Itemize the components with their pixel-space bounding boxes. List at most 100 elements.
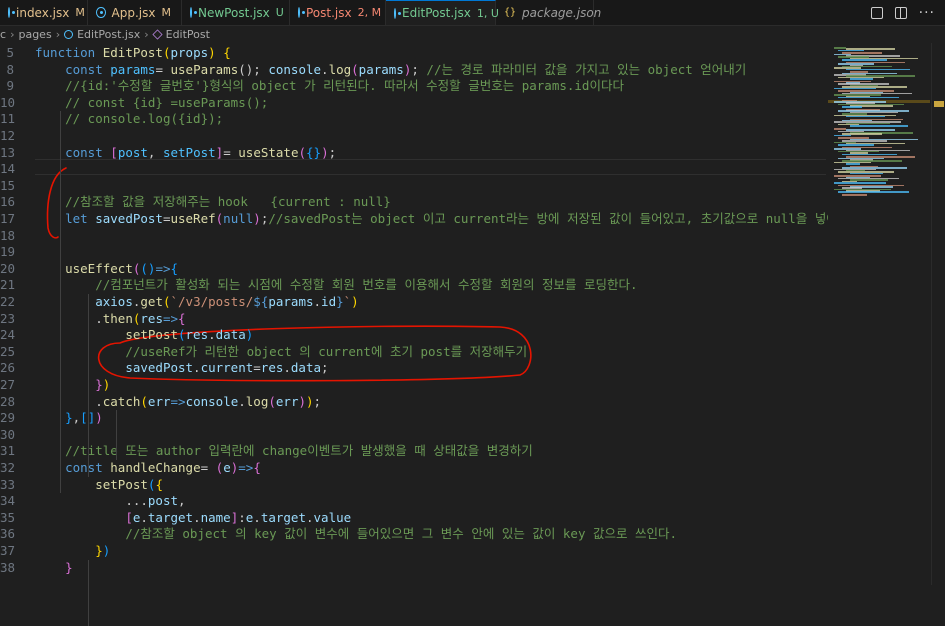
code-token: ) xyxy=(253,211,261,226)
chevron-right-icon: › xyxy=(10,28,15,41)
code-line[interactable]: 8 const params= useParams(); console.log… xyxy=(0,62,826,79)
tab-package-json[interactable]: {} package.json xyxy=(496,0,601,25)
breadcrumb-symbol[interactable]: EditPost xyxy=(166,28,210,41)
code-line[interactable]: 34 ...post, xyxy=(0,493,826,510)
code-line[interactable]: 29 },[]) xyxy=(0,410,826,427)
more-actions-icon[interactable]: ··· xyxy=(919,6,935,20)
code-line[interactable]: 25 //useRef가 리턴한 object 의 current에 초기 po… xyxy=(0,344,826,361)
code-line[interactable]: 10 // const {id} =useParams(); xyxy=(0,95,826,112)
code-text: [e.target.name]:e.target.value xyxy=(35,510,351,527)
code-line[interactable]: 27 }) xyxy=(0,377,826,394)
code-line[interactable]: 16 //참조할 값을 저장해주는 hook {current : null} xyxy=(0,194,826,211)
code-line[interactable]: 35 [e.target.name]:e.target.value xyxy=(0,510,826,527)
tab-app-jsx[interactable]: App.jsx M xyxy=(88,0,182,25)
code-line[interactable]: 9 //{id:'수정할 글번호'}형식의 object 가 리턴된다. 따라서… xyxy=(0,78,826,95)
code-line[interactable]: 24 setPost(res.data) xyxy=(0,327,826,344)
breadcrumb-folder[interactable]: pages xyxy=(18,28,51,41)
code-line[interactable]: 11 // console.log({id}); xyxy=(0,111,826,128)
code-line[interactable]: 22 axios.get(`/v3/posts/${params.id}`) xyxy=(0,294,826,311)
code-line[interactable]: 31 //title 또는 author 입력란에 change이벤트가 발생했… xyxy=(0,443,826,460)
code-text: .catch(err=>console.log(err)); xyxy=(35,394,321,411)
code-text: //참조할 object 의 key 값이 변수에 들어있으면 그 변수 안에 … xyxy=(35,526,677,543)
code-token: . xyxy=(193,360,201,376)
code-token: [ xyxy=(125,509,133,525)
code-token: //title 또는 author 입력란에 change이벤트가 발생했을 때… xyxy=(65,443,533,459)
minimap[interactable] xyxy=(828,43,930,585)
code-token: target xyxy=(147,509,194,525)
line-number: 24 xyxy=(0,327,16,343)
code-token: } xyxy=(95,377,103,392)
source-control-diff-icon[interactable] xyxy=(870,6,883,19)
code-line[interactable]: 37 }) xyxy=(0,543,826,560)
code-token: target xyxy=(260,509,306,525)
line-number: 22 xyxy=(0,294,16,309)
code-token: => xyxy=(238,460,254,475)
code-line[interactable]: 20 useEffect(()=>{ xyxy=(0,261,826,278)
code-line[interactable]: 23 .then(res=>{ xyxy=(0,311,826,328)
code-line[interactable]: 18 xyxy=(0,228,826,245)
code-line[interactable]: 30 xyxy=(0,427,826,444)
code-token: const xyxy=(65,61,103,77)
line-number: 37 xyxy=(0,543,16,558)
code-text: const params= useParams(); console.log(p… xyxy=(35,62,746,79)
code-token: current xyxy=(200,360,254,376)
minimap-line xyxy=(838,96,899,99)
code-line[interactable]: 32 const handleChange= (e)=>{ xyxy=(0,460,826,477)
code-token: //는 경로 파라미터 값을 가지고 있는 object 얻어내기 xyxy=(426,61,747,77)
code-token: ( xyxy=(298,144,307,160)
code-line[interactable]: 33 setPost({ xyxy=(0,477,826,494)
code-token: e xyxy=(223,460,231,475)
tab-index-jsx[interactable]: index.jsx M xyxy=(0,0,88,25)
code-token: } xyxy=(336,294,344,309)
code-line[interactable]: 13 const [post, setPost]= useState({}); xyxy=(0,145,826,162)
line-number: 8 xyxy=(6,61,14,77)
line-number: 5 xyxy=(6,45,14,60)
code-line[interactable]: 14 xyxy=(0,161,826,178)
tab-status-badge: M xyxy=(75,6,85,19)
minimap-line xyxy=(842,153,897,156)
code-token: props xyxy=(170,45,209,60)
code-text: }) xyxy=(35,543,110,560)
code-line[interactable]: 15 xyxy=(0,178,826,195)
tab-editpost-jsx[interactable]: EditPost.jsx 1, U xyxy=(386,0,499,25)
line-number: 38 xyxy=(0,559,16,575)
code-line[interactable]: 19 xyxy=(0,244,826,261)
line-number: 19 xyxy=(0,244,16,260)
breadcrumb-file[interactable]: EditPost.jsx xyxy=(77,28,140,41)
code-line[interactable]: 26 savedPost.current=res.data; xyxy=(0,360,826,377)
code-token: ) xyxy=(95,410,103,426)
tab-post-jsx[interactable]: Post.jsx 2, M xyxy=(290,0,386,25)
tab-newpost-jsx[interactable]: NewPost.jsx U xyxy=(182,0,290,25)
code-line[interactable]: 17 let savedPost=useRef(null);//savedPos… xyxy=(0,211,849,228)
line-number: 9 xyxy=(6,78,14,94)
code-line[interactable]: 36 //참조할 object 의 key 값이 변수에 들어있으면 그 변수 … xyxy=(0,526,826,543)
breadcrumb-root[interactable]: c xyxy=(0,28,6,41)
indent-guide xyxy=(88,294,89,477)
code-line[interactable]: 28 .catch(err=>console.log(err)); xyxy=(0,394,826,411)
line-number: 36 xyxy=(0,526,16,542)
line-number: 12 xyxy=(0,128,16,143)
code-line[interactable]: 21 //컴포넌트가 활성화 되는 시점에 수정할 회원 번호를 이용해서 수정… xyxy=(0,277,826,294)
code-token: data xyxy=(215,327,246,343)
code-line[interactable]: 38 } xyxy=(0,560,826,577)
line-number: 10 xyxy=(0,94,16,110)
code-token: // const {id} =useParams(); xyxy=(65,94,269,110)
code-token: , xyxy=(178,493,186,509)
code-line[interactable]: 5 function EditPost(props) { xyxy=(0,45,826,62)
code-text: setPost({ xyxy=(35,477,163,494)
code-token: //컴포넌트가 활성화 되는 시점에 수정할 회원 번호를 이용해서 수정할 회… xyxy=(95,277,638,293)
code-token: then xyxy=(102,310,133,326)
code-text: function EditPost(props) { xyxy=(35,45,231,62)
vertical-scrollbar[interactable] xyxy=(931,43,945,585)
line-number: 21 xyxy=(0,277,16,293)
split-editor-icon[interactable] xyxy=(894,6,907,19)
code-text: savedPost.current=res.data; xyxy=(35,360,328,377)
code-editor[interactable]: 5 function EditPost(props) {8 const param… xyxy=(0,43,945,626)
code-token: ) xyxy=(245,327,254,343)
code-line[interactable]: 12 xyxy=(0,128,826,145)
